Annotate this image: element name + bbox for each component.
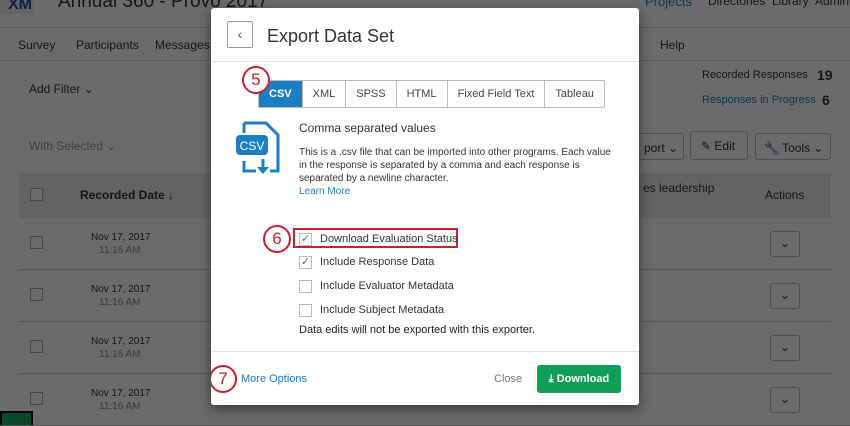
- row-checkbox[interactable]: [30, 340, 43, 353]
- add-filter-button[interactable]: Add Filter ⌄: [29, 82, 94, 96]
- annotation-7: 7: [211, 365, 237, 393]
- row-checkbox[interactable]: [30, 392, 43, 405]
- download-icon: ⤓: [548, 373, 554, 385]
- csv-file-icon: CSV: [236, 121, 282, 175]
- format-title: Comma separated values: [299, 121, 436, 135]
- export-data-set-dialog: ‹ Export Data Set CSV XML SPSS HTML Fixe…: [211, 8, 639, 405]
- edit-label: Edit: [714, 139, 736, 153]
- download-label: Download: [556, 373, 610, 385]
- tab-messages[interactable]: Messages: [155, 38, 210, 52]
- with-selected-dropdown[interactable]: With Selected ⌄: [29, 139, 116, 153]
- pencil-icon: ✎: [701, 139, 712, 153]
- include-subject-metadata-checkbox[interactable]: [299, 304, 312, 317]
- row-time: 11:16 AM: [99, 297, 141, 308]
- more-options-link[interactable]: More Options: [241, 373, 307, 385]
- data-edits-note: Data edits will not be exported with thi…: [299, 324, 536, 336]
- export-label: port: [644, 141, 665, 155]
- nav-projects[interactable]: Projects: [645, 0, 692, 8]
- format-description: This is a .csv file that can be imported…: [299, 147, 611, 184]
- recorded-date-label: Recorded Date: [80, 188, 165, 202]
- tab-html[interactable]: HTML: [395, 81, 447, 107]
- download-evaluation-status-label: Download Evaluation Status: [320, 233, 458, 245]
- svg-text:CSV: CSV: [240, 139, 265, 153]
- select-all-checkbox[interactable]: [30, 188, 43, 201]
- row-date: Nov 17, 2017: [91, 284, 151, 295]
- row-time: 11:16 AM: [99, 349, 141, 360]
- row-actions-dropdown[interactable]: ⌄: [770, 335, 800, 361]
- tools-label: Tools: [782, 141, 811, 155]
- dialog-header: ‹ Export Data Set: [211, 8, 639, 62]
- format-tabs: CSV XML SPSS HTML Fixed Field Text Table…: [258, 80, 605, 108]
- include-evaluator-metadata-label: Include Evaluator Metadata: [320, 280, 454, 292]
- row-actions-dropdown[interactable]: ⌄: [770, 387, 800, 413]
- download-button[interactable]: ⤓ Download: [537, 365, 621, 393]
- edit-button[interactable]: ✎ Edit: [690, 131, 748, 160]
- responses-in-progress-link[interactable]: Responses in Progress: [702, 94, 816, 106]
- include-evaluator-metadata-checkbox[interactable]: [299, 280, 312, 293]
- row-date: Nov 17, 2017: [91, 232, 151, 243]
- back-button[interactable]: ‹: [227, 21, 253, 48]
- close-button[interactable]: Close: [494, 373, 522, 385]
- add-filter-label: Add Filter: [29, 82, 81, 96]
- header-recorded-date[interactable]: Recorded Date ↓: [80, 188, 174, 202]
- download-evaluation-status-checkbox[interactable]: ✓: [299, 233, 312, 246]
- row-date: Nov 17, 2017: [91, 336, 151, 347]
- row-checkbox[interactable]: [30, 288, 43, 301]
- recorded-responses-count: 19: [817, 67, 833, 83]
- chevron-left-icon: ‹: [237, 26, 243, 42]
- row-actions-dropdown[interactable]: ⌄: [770, 283, 800, 309]
- annotation-5: 5: [242, 66, 270, 94]
- learn-more-link[interactable]: Learn More: [299, 186, 350, 197]
- with-selected-label: With Selected: [29, 139, 104, 153]
- tab-fixed-field-text[interactable]: Fixed Field Text: [446, 81, 545, 107]
- row-actions-dropdown[interactable]: ⌄: [770, 231, 800, 257]
- tab-spss[interactable]: SPSS: [345, 81, 395, 107]
- row-time: 11:16 AM: [99, 245, 141, 256]
- include-subject-metadata-label: Include Subject Metadata: [320, 304, 445, 316]
- annotation-6: 6: [263, 225, 291, 253]
- row-date: Nov 17, 2017: [91, 388, 151, 399]
- wrench-icon: 🔧: [764, 141, 779, 155]
- dialog-title: Export Data Set: [267, 26, 395, 46]
- responses-in-progress-count: 6: [822, 92, 830, 108]
- tab-participants[interactable]: Participants: [76, 38, 139, 52]
- nav-library[interactable]: Library: [772, 0, 809, 8]
- tools-button[interactable]: 🔧 Tools ⌄: [755, 133, 831, 160]
- tab-tableau[interactable]: Tableau: [544, 81, 604, 107]
- row-time: 11:16 AM: [99, 401, 141, 412]
- help-widget[interactable]: [0, 411, 33, 425]
- recorded-responses-label: Recorded Responses: [702, 69, 808, 81]
- include-response-data-label: Include Response Data: [320, 256, 435, 268]
- tab-xml[interactable]: XML: [301, 81, 346, 107]
- include-response-data-checkbox[interactable]: ✓: [299, 256, 312, 269]
- row-checkbox[interactable]: [30, 236, 43, 249]
- tab-survey[interactable]: Survey: [18, 38, 55, 52]
- nav-help[interactable]: Help: [660, 38, 685, 52]
- dialog-footer: 7 More Options Close ⤓ Download: [211, 351, 639, 405]
- nav-directories[interactable]: Directories: [708, 0, 765, 8]
- header-question: es leadership: [643, 181, 715, 195]
- header-actions: Actions: [765, 188, 805, 202]
- xm-logo[interactable]: XM: [0, 0, 33, 14]
- sort-icon: ↓: [168, 188, 175, 202]
- nav-admin[interactable]: Admin: [815, 0, 849, 8]
